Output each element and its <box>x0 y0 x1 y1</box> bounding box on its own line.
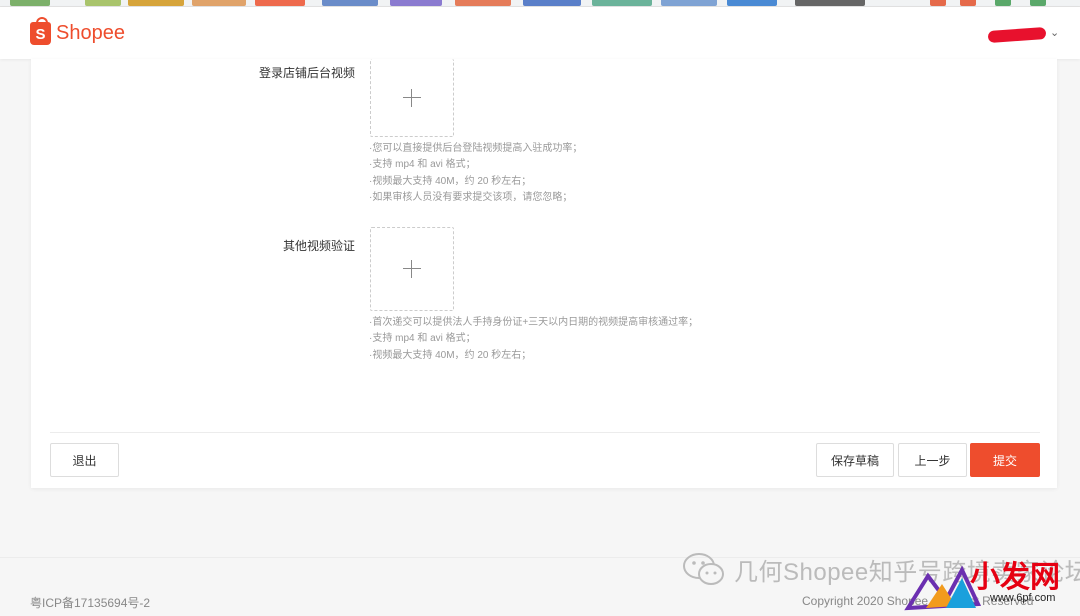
field-label-other-video: 其他视频验证 <box>282 239 355 253</box>
chevron-down-icon[interactable]: ⌄ <box>1050 26 1059 39</box>
hint-line: ·支持 mp4 和 avi 格式； <box>369 333 476 345</box>
shopee-bag-icon: S <box>30 17 51 45</box>
icp-license[interactable]: 粤ICP备17135694号-2 <box>30 594 150 611</box>
wechat-icon <box>680 549 728 589</box>
shopee-logo[interactable]: S Shopee <box>30 17 125 45</box>
hints-other-video: ·首次递交可以提供法人手持身份证+三天以内日期的视频提高审核通过率； ·支持 m… <box>369 315 698 364</box>
plus-icon <box>403 260 421 278</box>
hint-line: ·如果审核人员没有要求提交该项，请您忽略； <box>369 191 573 203</box>
redacted-username[interactable] <box>987 26 1047 44</box>
submit-button[interactable]: 提交 <box>970 443 1040 477</box>
form-card: 登录店铺后台视频 ·您可以直接提供后台登陆视频提高入驻成功率； ·支持 mp4 … <box>31 59 1057 488</box>
field-label-login-video: 登录店铺后台视频 <box>258 66 355 80</box>
previous-step-button[interactable]: 上一步 <box>898 443 967 477</box>
upload-other-video[interactable] <box>370 227 454 311</box>
brand-url: www.6pf.com <box>990 592 1056 604</box>
hint-line: ·您可以直接提供后台登陆视频提高入驻成功率； <box>369 143 583 154</box>
bookmarks-bar <box>0 0 1080 7</box>
top-navigation-bar: S Shopee ⌄ <box>0 7 1080 59</box>
divider <box>50 432 1040 433</box>
hint-line: ·首次递交可以提供法人手持身份证+三天以内日期的视频提高审核通过率； <box>369 317 699 328</box>
hint-line: ·视频最大支持 40M，约 20 秒左右； <box>369 175 532 187</box>
brand-watermark-text: 小发网 <box>970 560 1060 595</box>
hint-line: ·视频最大支持 40M，约 20 秒左右； <box>369 349 532 361</box>
upload-login-video[interactable] <box>370 59 454 137</box>
hint-line: ·支持 mp4 和 avi 格式； <box>369 159 476 171</box>
hints-login-video: ·您可以直接提供后台登陆视频提高入驻成功率； ·支持 mp4 和 avi 格式；… <box>369 141 582 206</box>
save-draft-button[interactable]: 保存草稿 <box>816 443 894 477</box>
exit-button[interactable]: 退出 <box>50 443 119 477</box>
plus-icon <box>403 88 421 107</box>
logo-text: Shopee <box>56 22 125 44</box>
